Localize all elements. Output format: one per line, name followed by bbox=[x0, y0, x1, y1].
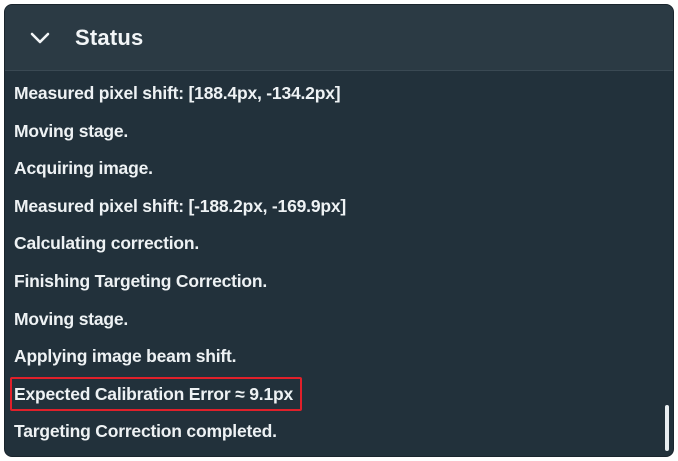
log-line: Targeting Correction completed. bbox=[14, 421, 277, 442]
status-log: Measured pixel shift: [188.4px, -134.2px… bbox=[10, 75, 659, 451]
chevron-down-icon[interactable] bbox=[29, 27, 51, 49]
log-line: Moving stage. bbox=[14, 120, 129, 141]
highlight-box: Expected Calibration Error ≈ 9.1px bbox=[10, 376, 303, 411]
log-line: Measured pixel shift: [188.4px, -134.2px… bbox=[14, 83, 341, 103]
log-line: Measured pixel shift: [-188.2px, -169.9p… bbox=[14, 195, 346, 216]
log-line-highlighted: Expected Calibration Error ≈ 9.1px bbox=[10, 376, 659, 414]
status-panel-header[interactable]: Status bbox=[5, 5, 673, 71]
status-panel: Status Measured pixel shift: [188.4px, -… bbox=[4, 4, 674, 457]
panel-title: Status bbox=[75, 24, 144, 50]
log-line: Finishing Targeting Correction. bbox=[14, 270, 268, 291]
log-line: Acquiring image. bbox=[14, 158, 153, 179]
log-line: Applying image beam shift. bbox=[14, 346, 237, 367]
scrollbar-thumb[interactable] bbox=[665, 405, 669, 451]
log-line: Calculating correction. bbox=[14, 233, 200, 254]
log-line: Moving stage. bbox=[14, 308, 129, 329]
